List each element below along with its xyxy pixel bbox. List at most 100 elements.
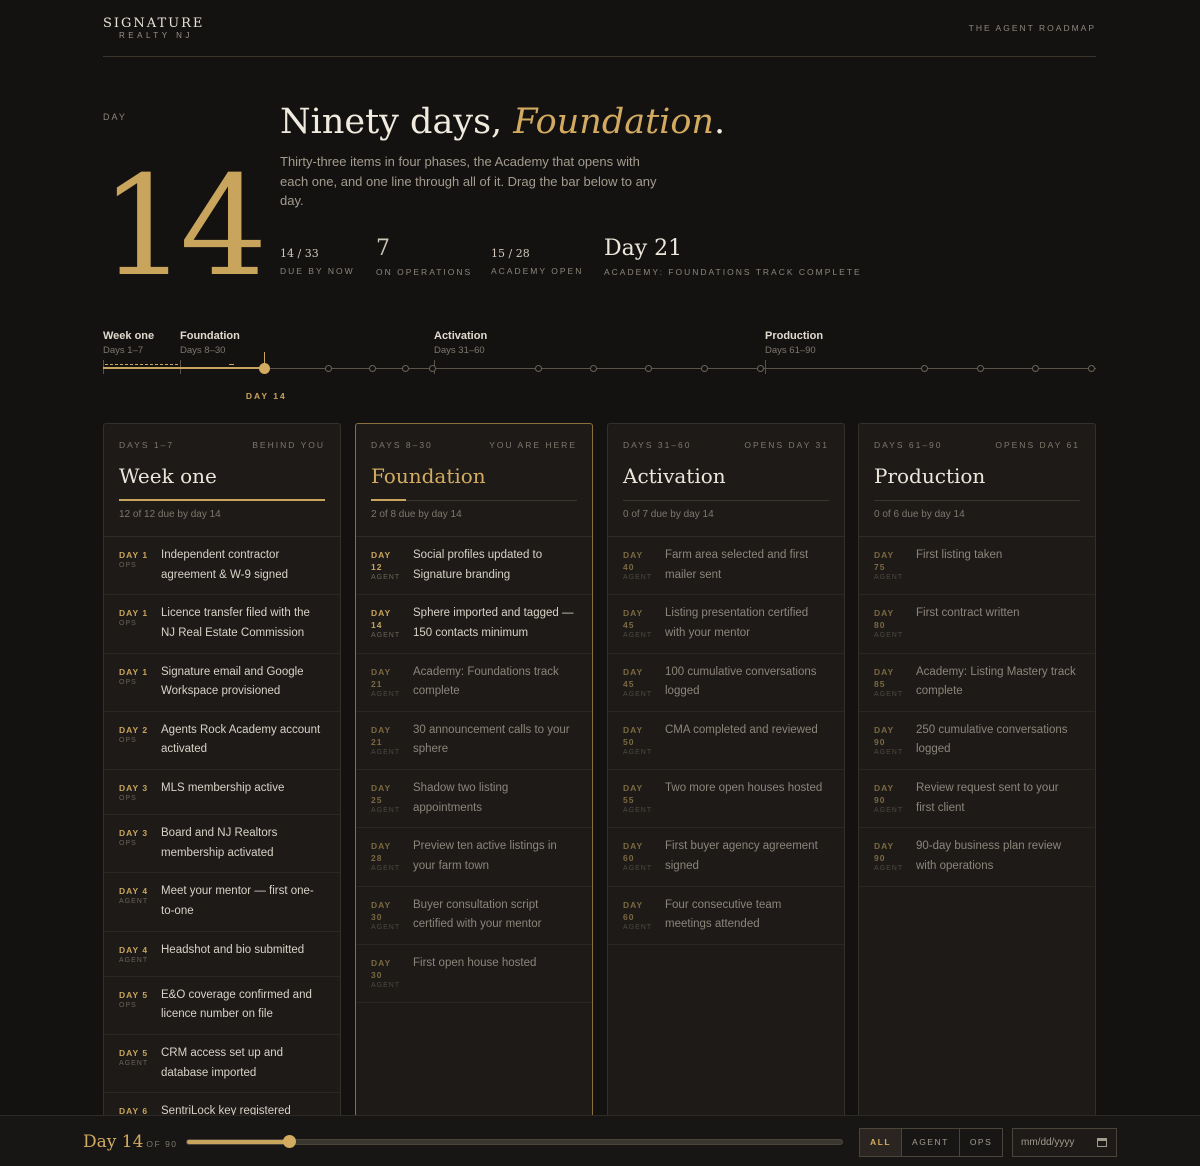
checklist-item[interactable]: DAY 30 AGENT Buyer consultation script cert… (356, 887, 592, 946)
item-owner: AGENT (623, 807, 653, 815)
phase-column: DAYS 8–30 YOU ARE HERE Foundation 2 of 8 du… (355, 423, 593, 1123)
item-day: DAY 12 (371, 550, 392, 572)
checklist-item[interactable]: DAY 45 AGENT 100 cumulative conversations l… (608, 654, 844, 712)
item-day: DAY 2 (119, 724, 149, 735)
checklist-item[interactable]: DAY 80 AGENT First contract written (859, 595, 1095, 654)
timeline-item-dot[interactable] (1032, 365, 1039, 372)
timeline-item-dot[interactable] (757, 365, 764, 372)
item-text: Four consecutive team meetings attended (665, 898, 782, 931)
phase-timeline[interactable]: Week one Days 1–7 Foundation Days 8–30 A… (103, 330, 1096, 405)
brand-logo[interactable]: SIGNATURE REALTY NJ (103, 16, 204, 40)
timeline-day-knob[interactable] (258, 363, 270, 374)
timeline-item-dot[interactable] (921, 365, 928, 372)
item-owner: AGENT (371, 982, 401, 990)
checklist-item[interactable]: DAY 5 AGENT CRM access set up and database… (104, 1035, 340, 1094)
checklist-item[interactable]: DAY 12 AGENT Social profiles updated to Sig… (356, 537, 592, 596)
checklist-item[interactable]: DAY 5 OPS E&O coverage confirmed and licen… (104, 977, 340, 1036)
phase-column: DAYS 1–7 BEHIND YOU Week one 12 of 12 due b… (103, 423, 341, 1123)
checklist-item[interactable]: DAY 60 AGENT Four consecutive team meetings… (608, 887, 844, 946)
timeline-item-dot[interactable] (402, 365, 409, 372)
stat-next-academy: Day 21 ACADEMY: FOUNDATIONS TRACK COMPLE… (604, 236, 862, 277)
date-input[interactable]: mm/dd/yyyy (1012, 1128, 1117, 1157)
item-meta: DAY 4 AGENT (119, 944, 161, 976)
checklist-item[interactable]: DAY 60 AGENT First buyer agency agreement s… (608, 828, 844, 887)
timeline-item-dot[interactable] (590, 365, 597, 372)
item-owner: AGENT (623, 632, 653, 640)
filter-agent-button[interactable]: AGENT (901, 1129, 959, 1156)
item-meta: DAY 5 AGENT (119, 1047, 161, 1092)
checklist-item[interactable]: DAY 3 OPS Board and NJ Realtors membership… (104, 815, 340, 874)
item-meta: DAY 60 AGENT (623, 899, 665, 944)
checklist-item[interactable]: DAY 2 OPS Agents Rock Academy account acti… (104, 712, 340, 771)
item-meta: DAY 2 OPS (119, 724, 161, 769)
stat-value: 15 / 28 (491, 247, 530, 260)
checklist-item[interactable]: DAY 21 AGENT 30 announcement calls to your … (356, 712, 592, 771)
roadmap-link[interactable]: THE AGENT ROADMAP (969, 23, 1096, 33)
item-day: DAY 5 (119, 1048, 149, 1059)
timeline-phase-foundation[interactable]: Foundation Days 8–30 (180, 330, 240, 356)
checklist-item[interactable]: DAY 4 AGENT Meet your mentor — first one-t… (104, 873, 340, 932)
checklist-item[interactable]: DAY 21 AGENT Academy: Foundations track com… (356, 654, 592, 712)
item-text: Headshot and bio submitted (161, 943, 305, 956)
item-meta: DAY 80 AGENT (874, 607, 916, 652)
checklist-item[interactable]: DAY 1 OPS Independent contractor agreement… (104, 537, 340, 596)
checklist-item[interactable]: DAY 1 OPS Signature email and Google Works… (104, 654, 340, 712)
item-owner: OPS (119, 678, 137, 686)
stat-value: 7 (376, 236, 390, 261)
checklist-item[interactable]: DAY 25 AGENT Shadow two listing appointment… (356, 770, 592, 829)
item-day: DAY 60 (623, 841, 644, 864)
checklist-item[interactable]: DAY 85 AGENT Academy: Listing Mastery track… (859, 654, 1095, 712)
filter-ops-button[interactable]: OPS (958, 1129, 1002, 1156)
timeline-item-dot[interactable] (977, 365, 984, 372)
checklist: DAY 40 AGENT Farm area selected and first m… (608, 536, 844, 946)
calendar-icon[interactable] (1097, 1138, 1107, 1147)
checklist-item[interactable]: DAY 3 OPS MLS membership active (104, 770, 340, 816)
checklist-item[interactable]: DAY 4 AGENT Headshot and bio submitted (104, 932, 340, 977)
checklist-item[interactable]: DAY 75 AGENT First listing taken (859, 537, 1095, 596)
timeline-item-dot[interactable] (429, 365, 436, 372)
checklist-item[interactable]: DAY 55 AGENT Two more open houses hosted (608, 770, 844, 829)
timeline-phase-week-one[interactable]: Week one Days 1–7 (103, 330, 154, 356)
timeline-item-dot[interactable] (701, 365, 708, 372)
item-text: Farm area selected and first mailer sent (665, 549, 809, 581)
stat-value: Day 21 (604, 236, 683, 261)
item-day: DAY 45 (623, 608, 644, 631)
checklist-item[interactable]: DAY 50 AGENT CMA completed and reviewed (608, 712, 844, 771)
item-owner: AGENT (874, 632, 904, 640)
bottom-day-readout: Day 14 OF 90 (83, 1132, 178, 1152)
timeline-phase-production[interactable]: Production Days 61–90 (765, 330, 823, 356)
column-header: DAYS 8–30 YOU ARE HERE Foundation 2 of 8 du… (356, 424, 592, 536)
timeline-item-dot[interactable] (369, 365, 376, 372)
item-text: First buyer agency agreement signed (665, 840, 818, 872)
checklist-item[interactable]: DAY 14 AGENT Sphere imported and tagged — 1… (356, 595, 592, 654)
timeline-item-dot[interactable] (325, 365, 332, 372)
day-slider[interactable] (186, 1135, 843, 1148)
timeline-item-dot[interactable] (1088, 365, 1095, 372)
item-meta: DAY 1 OPS (119, 607, 161, 652)
item-meta: DAY 3 OPS (119, 782, 161, 814)
item-day: DAY 45 (623, 666, 644, 689)
filter-all-button[interactable]: ALL (860, 1129, 902, 1156)
checklist-item[interactable]: DAY 30 AGENT First open house hosted (356, 945, 592, 1004)
timeline-item-dot[interactable] (645, 365, 652, 372)
timeline-item-dot[interactable] (535, 365, 542, 372)
checklist-item[interactable]: DAY 40 AGENT Farm area selected and first m… (608, 537, 844, 596)
phase-column: DAYS 31–60 OPENS DAY 31 Activation 0 of 7 d… (607, 423, 845, 1123)
phase-name: Activation (434, 330, 488, 342)
checklist-item[interactable]: DAY 90 AGENT 250 cumulative conversations l… (859, 712, 1095, 771)
item-owner: AGENT (119, 898, 149, 906)
checklist-item[interactable]: DAY 28 AGENT Preview ten active listings in… (356, 828, 592, 887)
column-progress-track (119, 499, 325, 501)
item-day: DAY 28 (371, 841, 392, 864)
item-text: Review request sent to your first client (916, 782, 1059, 814)
checklist-item[interactable]: DAY 90 AGENT Review request sent to your fi… (859, 770, 1095, 829)
column-title: Foundation (371, 464, 486, 488)
checklist-item[interactable]: DAY 90 AGENT 90-day business plan review wi… (859, 828, 1095, 887)
item-meta: DAY 1 OPS (119, 549, 161, 594)
day-slider-handle[interactable] (283, 1135, 297, 1148)
timeline-phase-activation[interactable]: Activation Days 31–60 (434, 330, 487, 356)
checklist-item[interactable]: DAY 1 OPS Licence transfer filed with the … (104, 595, 340, 654)
item-meta: DAY 3 OPS (119, 827, 161, 872)
item-owner: OPS (119, 736, 137, 744)
checklist-item[interactable]: DAY 45 AGENT Listing presentation certified… (608, 595, 844, 654)
